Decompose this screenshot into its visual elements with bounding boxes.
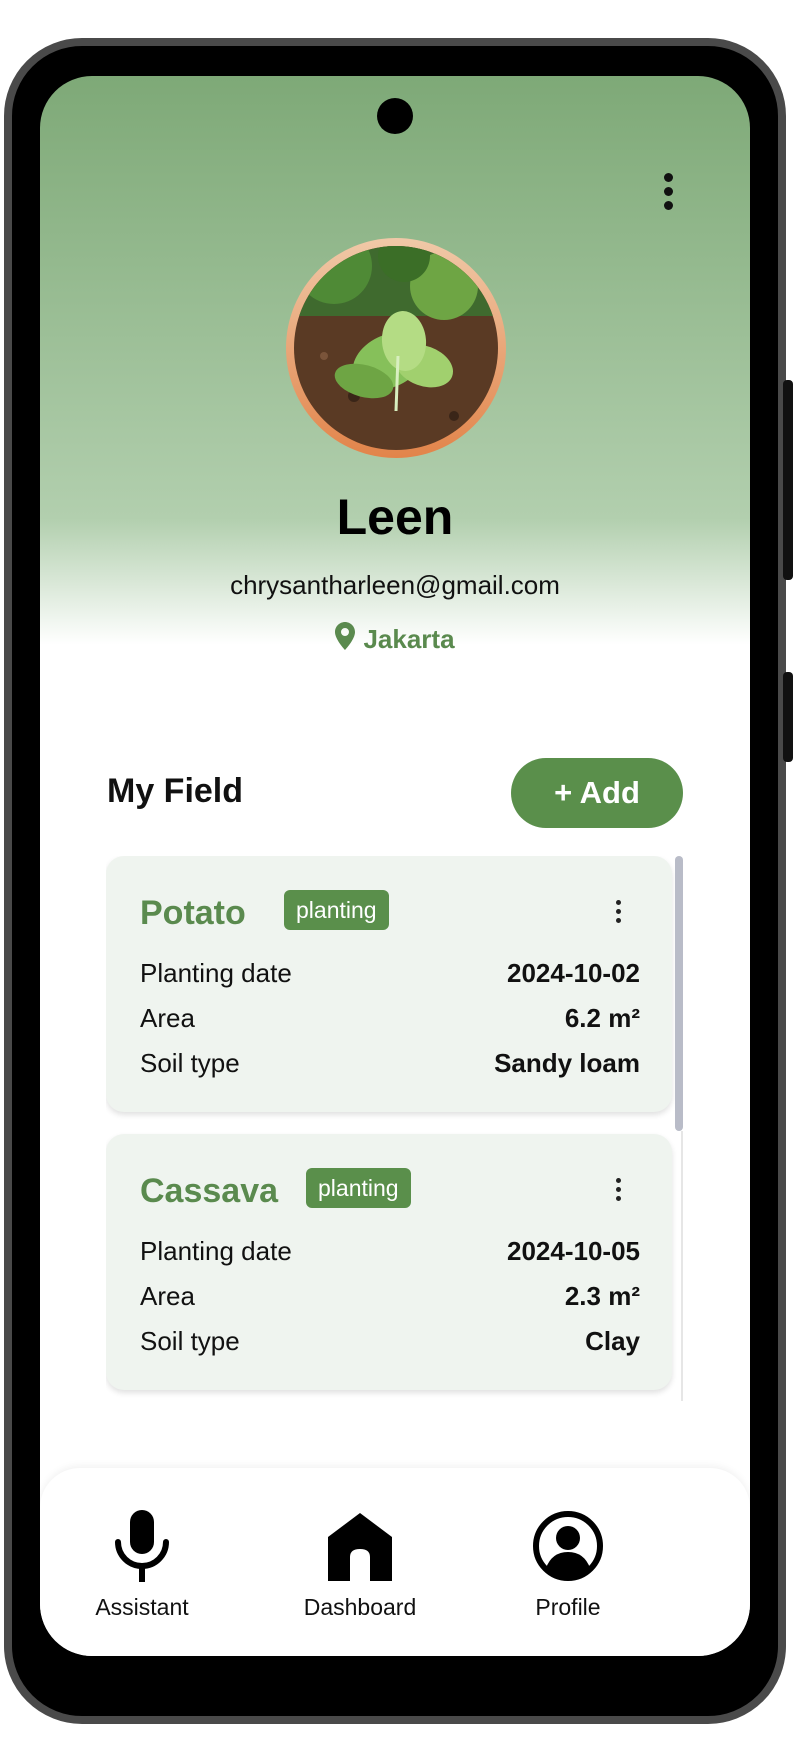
- location-pin-icon: [335, 622, 356, 657]
- list-scroll-track: [681, 1131, 683, 1401]
- area-row: Area 2.3 m²: [140, 1281, 640, 1312]
- card-more-icon[interactable]: [608, 1174, 628, 1204]
- planting-date-label: Planting date: [140, 1236, 292, 1266]
- soil-label: Soil type: [140, 1048, 240, 1078]
- status-badge: planting: [284, 890, 389, 930]
- bottom-navigation: Assistant Dashboard Profile: [40, 1468, 750, 1656]
- area-label: Area: [140, 1281, 195, 1311]
- nav-assistant[interactable]: Assistant: [42, 1506, 242, 1621]
- nav-profile[interactable]: Profile: [468, 1506, 668, 1621]
- field-card-potato[interactable]: Potato planting Planting date 2024-10-02…: [106, 856, 672, 1112]
- planting-date-row: Planting date 2024-10-02: [140, 958, 640, 989]
- soil-row: Soil type Clay: [140, 1326, 640, 1357]
- profile-location: Jakarta: [40, 622, 750, 657]
- planting-date-label: Planting date: [140, 958, 292, 988]
- avatar: [286, 238, 506, 458]
- soil-value: Clay: [585, 1326, 640, 1356]
- nav-profile-label: Profile: [535, 1594, 601, 1620]
- screen: Leen chrysantharleen@gmail.com Jakarta M…: [40, 76, 750, 1656]
- profile-icon: [468, 1506, 668, 1586]
- avatar-image: [294, 246, 498, 450]
- field-name: Potato: [140, 894, 246, 932]
- planting-date-value: 2024-10-05: [507, 1236, 640, 1266]
- field-name: Cassava: [140, 1172, 279, 1210]
- planting-date-value: 2024-10-02: [507, 958, 640, 988]
- nav-dashboard-label: Dashboard: [303, 1594, 417, 1620]
- area-value: 2.3 m²: [564, 1281, 640, 1311]
- home-icon: [260, 1506, 460, 1586]
- area-row: Area 6.2 m²: [140, 1003, 640, 1034]
- profile-name: Leen: [336, 489, 454, 545]
- microphone-icon: [42, 1506, 242, 1586]
- area-label: Area: [140, 1003, 195, 1033]
- power-button: [783, 380, 793, 580]
- front-camera: [377, 98, 413, 134]
- soil-label: Soil type: [140, 1326, 240, 1356]
- volume-button: [783, 672, 793, 762]
- card-more-icon[interactable]: [608, 896, 628, 926]
- area-value: 6.2 m²: [564, 1003, 640, 1033]
- planting-date-row: Planting date 2024-10-05: [140, 1236, 640, 1267]
- soil-row: Soil type Sandy loam: [140, 1048, 640, 1079]
- my-field-title: My Field: [107, 772, 244, 810]
- location-label: Jakarta: [363, 624, 455, 654]
- profile-email: chrysantharleen@gmail.com: [230, 570, 560, 600]
- status-badge: planting: [306, 1168, 411, 1208]
- nav-assistant-label: Assistant: [95, 1594, 189, 1620]
- field-list[interactable]: Potato planting Planting date 2024-10-02…: [106, 856, 686, 1408]
- list-scrollbar[interactable]: [675, 856, 683, 1131]
- field-card-cassava[interactable]: Cassava planting Planting date 2024-10-0…: [106, 1134, 672, 1390]
- more-options-icon[interactable]: [650, 168, 686, 214]
- add-field-button[interactable]: + Add: [511, 758, 683, 828]
- nav-dashboard[interactable]: Dashboard: [260, 1506, 460, 1621]
- soil-value: Sandy loam: [494, 1048, 640, 1078]
